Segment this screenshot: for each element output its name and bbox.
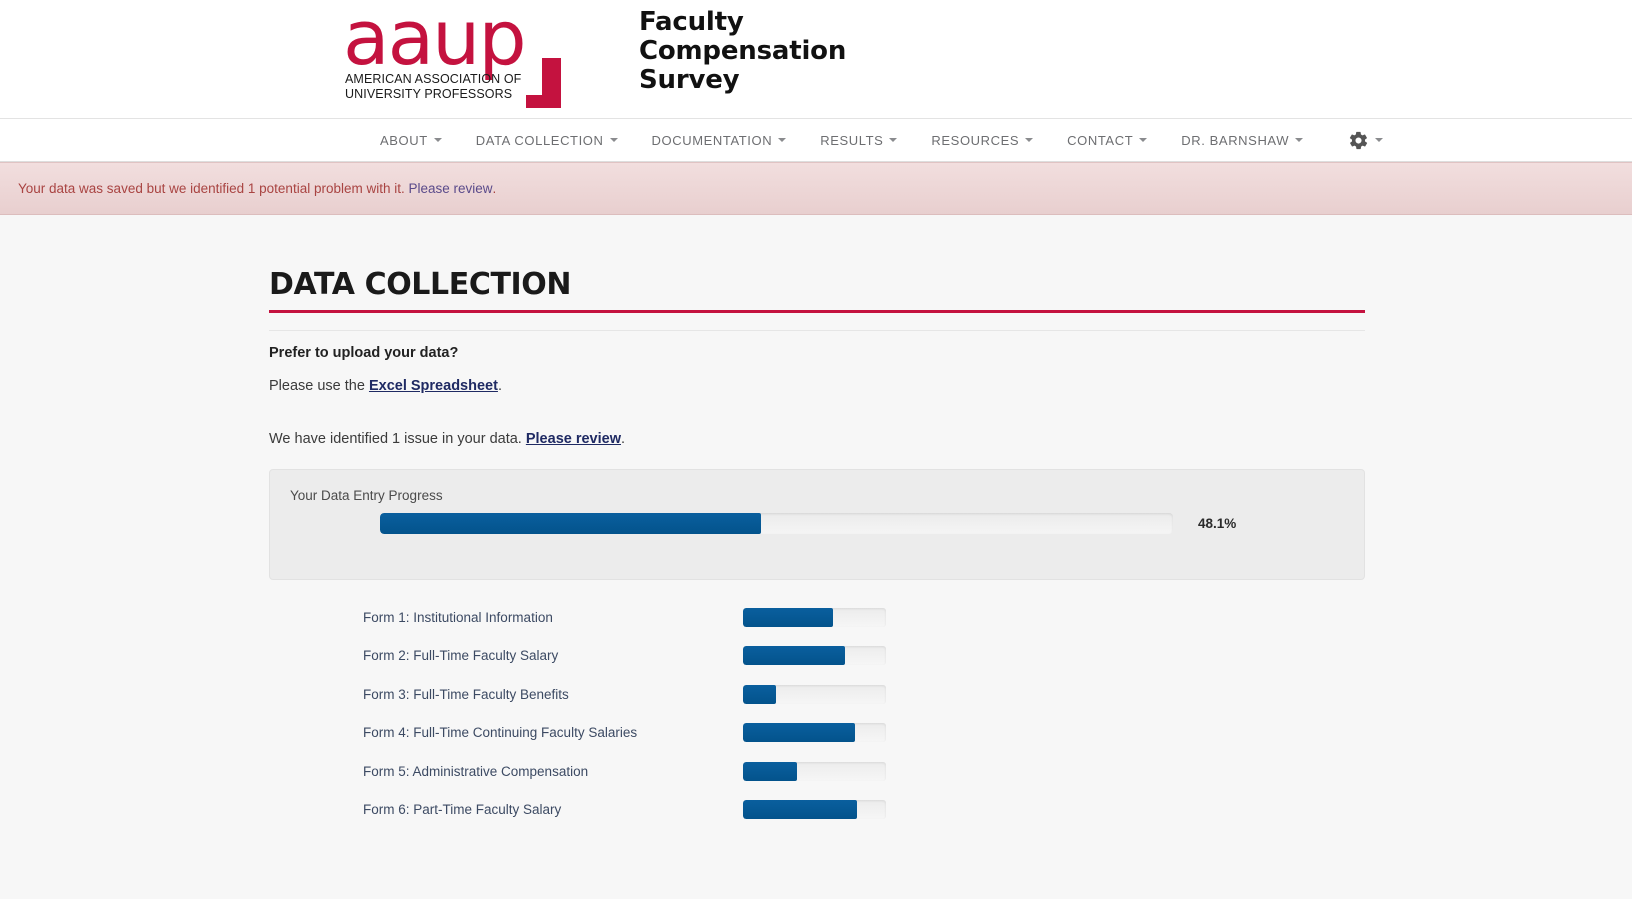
- alert-message: Your data was saved but we identified 1 …: [18, 181, 405, 196]
- chevron-down-icon: [889, 138, 898, 142]
- title-divider: [269, 330, 1365, 331]
- progress-panel-label: Your Data Entry Progress: [290, 488, 443, 503]
- upload-text-after: .: [497, 378, 502, 394]
- form-progress-track: [743, 684, 886, 704]
- main-content: DATA COLLECTION Prefer to upload your da…: [0, 215, 1632, 829]
- form-progress-track: [743, 800, 886, 820]
- nav-item-documentation[interactable]: DOCUMENTATION: [635, 119, 804, 161]
- form-link-5[interactable]: Form 5: Administrative Compensation: [363, 764, 743, 779]
- list-item: Form 3: Full-Time Faculty Benefits: [363, 675, 1365, 714]
- form-link-2[interactable]: Form 2: Full-Time Faculty Salary: [363, 648, 743, 663]
- upload-text-before: Please use the: [269, 378, 369, 394]
- overall-progress-row: 48.1%: [290, 513, 1344, 534]
- chevron-down-icon: [778, 138, 787, 142]
- form-progress-track: [743, 607, 886, 627]
- nav-label: CONTACT: [1067, 132, 1134, 148]
- site-title: Faculty Compensation Survey: [639, 7, 847, 95]
- overall-progress-fill: [380, 513, 762, 534]
- issue-text-after: .: [621, 431, 626, 447]
- nav-label: DATA COLLECTION: [475, 132, 604, 148]
- alert-trailing-period: .: [492, 181, 497, 196]
- brand[interactable]: aaup AMERICAN ASSOCIATION OF UNIVERSITY …: [343, 0, 847, 108]
- overall-progress-percent: 48.1%: [1198, 516, 1237, 531]
- nav-label: ABOUT: [380, 132, 428, 148]
- chevron-down-icon: [609, 138, 618, 142]
- nav-item-results[interactable]: RESULTS: [803, 119, 914, 161]
- issue-review-link[interactable]: Please review: [526, 431, 621, 447]
- nav-item-data-collection[interactable]: DATA COLLECTION: [459, 119, 635, 161]
- nav-items: ABOUT DATA COLLECTION DOCUMENTATION RESU…: [363, 119, 1632, 161]
- form-link-4[interactable]: Form 4: Full-Time Continuing Faculty Sal…: [363, 725, 743, 740]
- list-item: Form 1: Institutional Information: [363, 598, 1365, 637]
- issue-text-before: We have identified 1 issue in your data.: [269, 431, 526, 447]
- settings-menu-button[interactable]: [1320, 119, 1393, 161]
- nav-label: RESULTS: [820, 132, 884, 148]
- form-progress-track: [743, 723, 886, 743]
- list-item: Form 5: Administrative Compensation: [363, 752, 1365, 791]
- chevron-down-icon: [1139, 138, 1148, 142]
- nav-item-resources[interactable]: RESOURCES: [914, 119, 1050, 161]
- logo-tagline: AMERICAN ASSOCIATION OF UNIVERSITY PROFE…: [345, 72, 522, 101]
- main-navigation: ABOUT DATA COLLECTION DOCUMENTATION RESU…: [0, 118, 1632, 162]
- nav-label: DR. BARNSHAW: [1181, 132, 1290, 148]
- excel-spreadsheet-link[interactable]: Excel Spreadsheet: [369, 378, 498, 394]
- content-container: DATA COLLECTION Prefer to upload your da…: [267, 267, 1365, 829]
- alert-review-link[interactable]: Please review: [409, 181, 493, 196]
- chevron-down-icon: [433, 138, 442, 142]
- chevron-down-icon: [1375, 138, 1384, 142]
- form-link-6[interactable]: Form 6: Part-Time Faculty Salary: [363, 802, 743, 817]
- upload-prompt: Prefer to upload your data?: [269, 345, 459, 361]
- logo-flag-shape: [526, 58, 561, 108]
- nav-item-contact[interactable]: CONTACT: [1050, 119, 1164, 161]
- list-item: Form 6: Part-Time Faculty Salary: [363, 791, 1365, 830]
- form-progress-fill: [743, 646, 845, 666]
- page-title: DATA COLLECTION: [269, 267, 572, 302]
- chevron-down-icon: [1295, 138, 1304, 142]
- gear-icon: [1349, 131, 1368, 149]
- nav-label: DOCUMENTATION: [651, 132, 773, 148]
- chevron-down-icon: [1025, 138, 1034, 142]
- title-accent-rule: [269, 310, 1365, 313]
- nav-item-about[interactable]: ABOUT: [363, 119, 459, 161]
- nav-label: RESOURCES: [931, 132, 1020, 148]
- form-progress-list: Form 1: Institutional Information Form 2…: [269, 598, 1365, 829]
- form-progress-fill: [743, 684, 776, 704]
- form-progress-fill: [743, 723, 855, 743]
- aaup-logo[interactable]: aaup AMERICAN ASSOCIATION OF UNIVERSITY …: [343, 0, 575, 108]
- form-link-1[interactable]: Form 1: Institutional Information: [363, 610, 743, 625]
- form-progress-track: [743, 646, 886, 666]
- status-alert-banner: Your data was saved but we identified 1 …: [0, 162, 1632, 215]
- issue-notice: We have identified 1 issue in your data.…: [269, 431, 1365, 447]
- form-link-3[interactable]: Form 3: Full-Time Faculty Benefits: [363, 687, 743, 702]
- form-progress-fill: [743, 607, 834, 627]
- form-progress-track: [743, 761, 886, 781]
- nav-item-user-account[interactable]: DR. BARNSHAW: [1164, 119, 1320, 161]
- upload-instruction: Please use the Excel Spreadsheet.: [269, 378, 1365, 394]
- form-progress-fill: [743, 800, 858, 820]
- form-progress-fill: [743, 761, 798, 781]
- data-entry-progress-panel: Your Data Entry Progress 48.1%: [269, 469, 1365, 580]
- list-item: Form 2: Full-Time Faculty Salary: [363, 637, 1365, 676]
- logo-wordmark: aaup: [343, 0, 527, 82]
- site-header: aaup AMERICAN ASSOCIATION OF UNIVERSITY …: [0, 0, 1632, 118]
- overall-progress-track: [380, 513, 1173, 534]
- list-item: Form 4: Full-Time Continuing Faculty Sal…: [363, 714, 1365, 753]
